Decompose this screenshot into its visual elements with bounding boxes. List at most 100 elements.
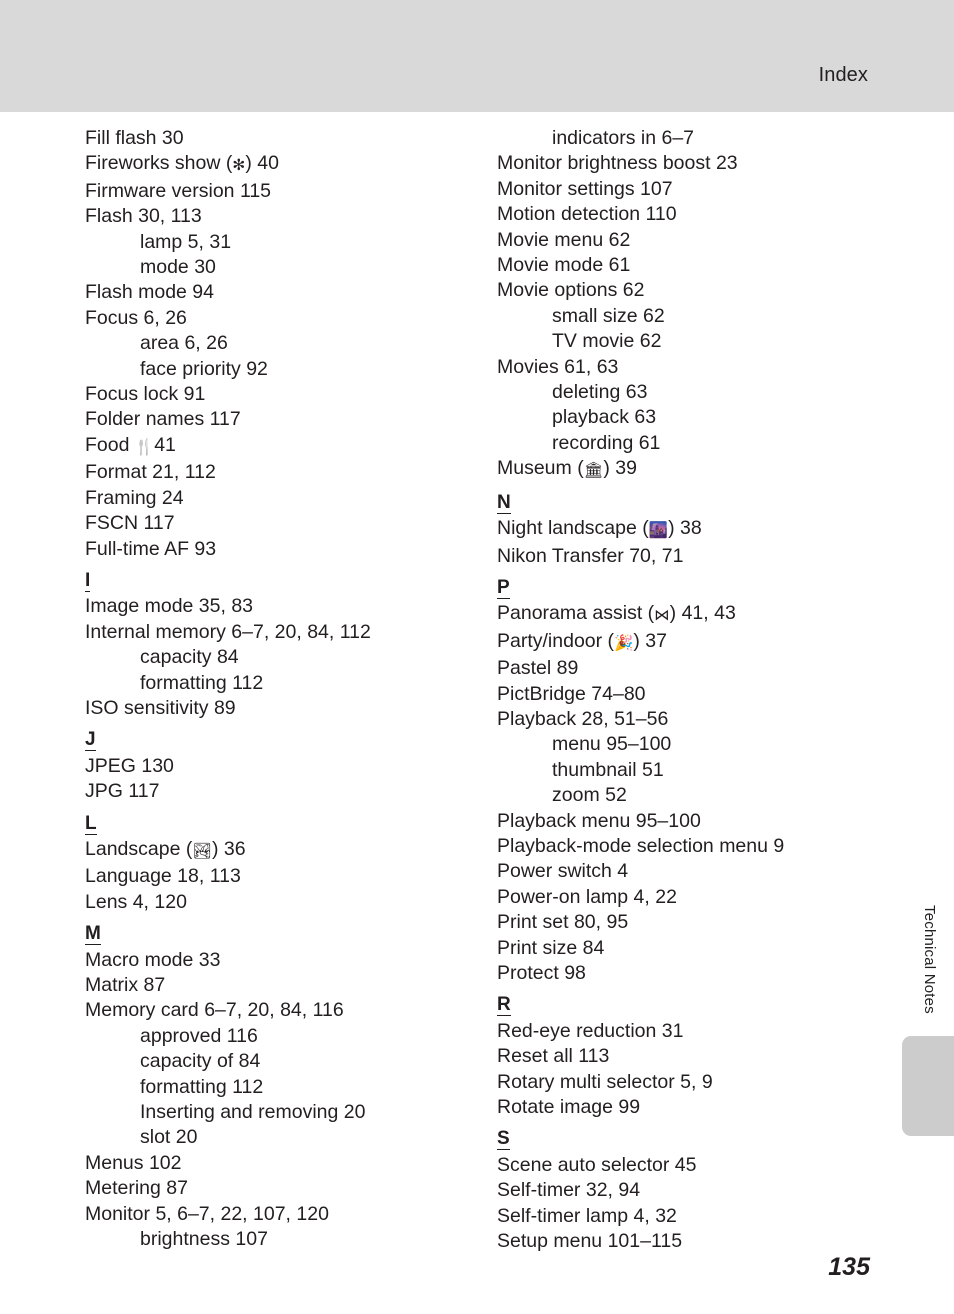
museum-icon: 🏛 xyxy=(583,461,604,480)
section-heading-letter: L xyxy=(85,812,97,835)
index-entry: Playback-mode selection menu 9 xyxy=(497,834,785,857)
night-landscape-icon: 🌆 xyxy=(648,521,669,540)
index-entry: Focus 6, 26 xyxy=(85,306,187,329)
index-entry-pages: 41 xyxy=(154,433,176,456)
index-entry: Internal memory 6–7, 20, 84, 112 xyxy=(85,620,371,643)
index-entry-label: Fireworks show ( xyxy=(85,152,233,175)
index-subentry: thumbnail 51 xyxy=(552,758,664,781)
index-entry: Power switch 4 xyxy=(497,860,629,883)
index-entry: Monitor 5, 6–7, 22, 107, 120 xyxy=(85,1202,329,1225)
index-column-right: indicators in 6–7 Monitor brightness boos… xyxy=(497,126,897,1254)
chapter-side-label: Technical Notes xyxy=(921,905,938,1014)
index-entry: Food 🍴41 xyxy=(85,433,485,460)
index-entry: Pastel 89 xyxy=(497,657,579,680)
index-entry: Image mode 35, 83 xyxy=(85,595,254,618)
index-entry: Menus 102 xyxy=(85,1151,182,1174)
index-subentry: formatting 112 xyxy=(140,1075,264,1098)
section-heading-letter: S xyxy=(497,1128,510,1151)
index-entry-label: Food xyxy=(85,433,135,456)
index-entry: Setup menu 101–115 xyxy=(497,1230,683,1253)
section-heading-r: R xyxy=(497,992,897,1017)
index-entry: Print size 84 xyxy=(497,936,605,959)
section-heading-letter: J xyxy=(85,729,96,752)
index-entry: Rotate image 99 xyxy=(497,1096,641,1119)
fork-knife-icon: 🍴 xyxy=(134,437,155,456)
page-number: 135 xyxy=(828,1253,870,1281)
index-entry-label: Night landscape ( xyxy=(497,517,649,540)
index-entry: Matrix 87 xyxy=(85,974,166,996)
index-entry: JPG 117 xyxy=(85,780,160,803)
page-title: Index xyxy=(818,64,868,86)
party-popper-icon: 🎉 xyxy=(614,633,634,652)
index-subentry: slot 20 xyxy=(140,1126,198,1149)
index-subentry: mode 30 xyxy=(140,256,216,279)
index-entry-label: Museum ( xyxy=(497,457,584,480)
section-heading-letter: N xyxy=(497,491,511,514)
index-entry: Fill flash 30 xyxy=(85,127,184,149)
index-entry: Museum (🏛) 39 xyxy=(497,456,897,483)
landscape-icon: 🏞 xyxy=(192,841,213,860)
section-heading-n: N xyxy=(497,490,897,515)
index-entry: Focus lock 91 xyxy=(85,383,206,406)
index-subentry: zoom 52 xyxy=(552,784,627,807)
index-entry: Movie menu 62 xyxy=(497,228,631,251)
index-entry: Movie mode 61 xyxy=(497,254,631,277)
section-heading-j: J xyxy=(85,727,485,752)
index-entry: Red-eye reduction 31 xyxy=(497,1019,684,1042)
index-entry: Movies 61, 63 xyxy=(497,355,619,378)
section-heading-letter: P xyxy=(497,576,510,599)
index-entry: FSCN 117 xyxy=(85,512,175,535)
index-entry-pages: ) 37 xyxy=(633,629,667,652)
index-entry: Format 21, 112 xyxy=(85,461,216,484)
section-heading-i: I xyxy=(85,568,485,593)
index-entry: Playback menu 95–100 xyxy=(497,809,701,832)
index-entry-pages: ) 36 xyxy=(212,837,246,860)
index-entry: JPEG 130 xyxy=(85,754,174,777)
index-subentry: TV movie 62 xyxy=(552,330,662,353)
index-subentry: area 6, 26 xyxy=(140,332,228,355)
index-subentry: face priority 92 xyxy=(140,357,268,380)
section-heading-s: S xyxy=(497,1126,897,1151)
index-entry: Reset all 113 xyxy=(497,1045,610,1068)
index-entry: Protect 98 xyxy=(497,962,586,984)
index-entry-label: Panorama assist ( xyxy=(497,602,655,625)
section-heading-letter: I xyxy=(85,569,91,592)
fireworks-icon: ✻ xyxy=(232,156,246,175)
index-entry-pages: ) 40 xyxy=(245,152,279,175)
index-entry: Panorama assist (⋈) 41, 43 xyxy=(497,601,897,628)
index-entry: Print set 80, 95 xyxy=(497,911,629,934)
index-subentry: indicators in 6–7 xyxy=(552,127,695,149)
index-subentry: formatting 112 xyxy=(140,671,264,694)
index-entry: Motion detection 110 xyxy=(497,203,677,226)
index-entry: Scene auto selector 45 xyxy=(497,1153,697,1176)
index-subentry: lamp 5, 31 xyxy=(140,230,232,253)
section-heading-l: L xyxy=(85,811,485,836)
index-entry: Metering 87 xyxy=(85,1177,188,1200)
index-entry: Landscape (🏞) 36 xyxy=(85,837,485,864)
index-column-left: Fill flash 30 Fireworks show (✻) 40 Firmwa… xyxy=(85,126,485,1252)
index-entry: Memory card 6–7, 20, 84, 116 xyxy=(85,999,344,1022)
index-subentry: brightness 107 xyxy=(140,1228,268,1251)
index-entry: Self-timer 32, 94 xyxy=(497,1179,641,1202)
index-entry: Nikon Transfer 70, 71 xyxy=(497,544,684,567)
index-entry: Flash mode 94 xyxy=(85,281,214,304)
index-entry: Power-on lamp 4, 22 xyxy=(497,885,677,908)
index-subentry: approved 116 xyxy=(140,1024,258,1047)
index-entry-pages: ) 41, 43 xyxy=(669,602,736,625)
index-subentry: capacity 84 xyxy=(140,646,239,669)
index-subentry: small size 62 xyxy=(552,304,665,327)
index-entry: Macro mode 33 xyxy=(85,948,221,971)
index-entry: Flash 30, 113 xyxy=(85,205,202,228)
index-entry: Language 18, 113 xyxy=(85,865,241,888)
index-entry: Night landscape (🌆) 38 xyxy=(497,516,897,543)
index-entry-pages: ) 39 xyxy=(603,457,637,480)
index-entry: ISO sensitivity 89 xyxy=(85,696,236,719)
index-entry: Playback 28, 51–56 xyxy=(497,707,669,730)
index-entry: Party/indoor (🎉) 37 xyxy=(497,629,897,656)
index-entry: Movie options 62 xyxy=(497,279,645,302)
panorama-icon: ⋈ xyxy=(654,606,670,625)
index-entry: Lens 4, 120 xyxy=(85,890,187,913)
section-heading-p: P xyxy=(497,575,897,600)
index-entry: Fireworks show (✻) 40 xyxy=(85,151,485,178)
page-header-band xyxy=(0,0,954,112)
